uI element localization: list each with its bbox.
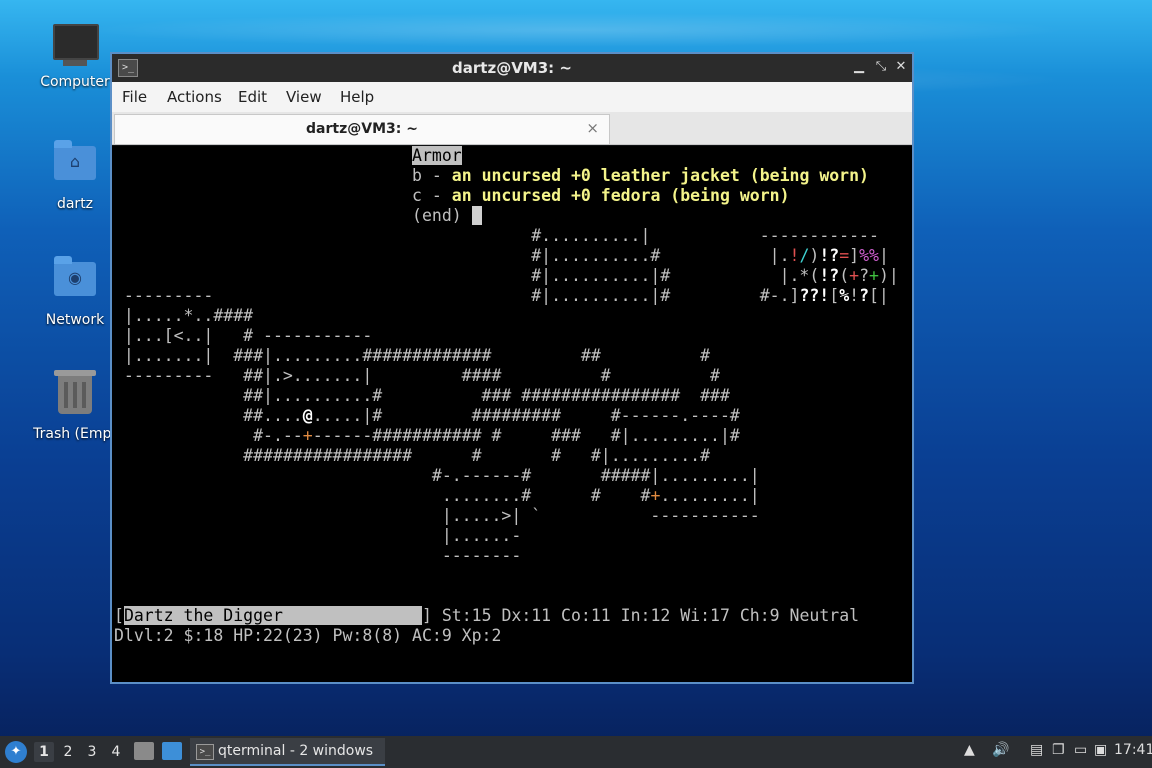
map-line: #|..........|# xyxy=(114,266,671,285)
tray-up-arrow-icon[interactable]: ▲ xyxy=(964,742,975,762)
taskbar: ✦ 1 2 3 4 >_ qterminal - 2 windows ▲ 🔊 ▤… xyxy=(0,736,1152,768)
file-manager-launcher-icon[interactable] xyxy=(134,742,154,760)
terminal-window: >_ dartz@VM3: ~ ▁ ⤡ ✕ File Actions Edit … xyxy=(110,52,914,684)
inventory-letter-b: b xyxy=(412,166,422,185)
network-tray-icon[interactable]: ▭ xyxy=(1074,742,1087,762)
clock[interactable]: 17:41 xyxy=(1114,742,1152,762)
volume-icon[interactable]: 🔊 xyxy=(992,742,1009,762)
inventory-letter-c: c xyxy=(412,186,422,205)
terminal-cursor xyxy=(471,206,482,225)
map-line: #|..........# xyxy=(114,246,661,265)
tab-terminal[interactable]: dartz@VM3: ~ × xyxy=(114,114,610,144)
status-line-2: Dlvl:2 $:18 HP:22(23) Pw:8(8) AC:9 Xp:2 xyxy=(114,626,502,645)
clipboard-icon[interactable]: ▤ xyxy=(1030,742,1043,762)
workspace-2[interactable]: 2 xyxy=(58,742,78,762)
window-title: dartz@VM3: ~ xyxy=(452,59,572,77)
terminal-text: Armor b - an uncursed +0 leather jacket … xyxy=(114,146,912,646)
menu-help[interactable]: Help xyxy=(340,88,374,106)
window-titlebar[interactable]: >_ dartz@VM3: ~ ▁ ⤡ ✕ xyxy=(112,54,912,82)
lxqt-menu-icon[interactable]: ✦ xyxy=(5,741,27,763)
menubar: File Actions Edit View Help xyxy=(112,82,912,112)
inventory-item-c: an uncursed +0 fedora (being worn) xyxy=(451,186,790,205)
update-notifier-icon[interactable]: ❐ xyxy=(1052,742,1065,762)
terminal-screen[interactable]: Armor b - an uncursed +0 leather jacket … xyxy=(112,146,912,682)
close-icon[interactable]: ✕ xyxy=(892,58,910,76)
map-line: #----------- # xyxy=(521,326,912,345)
task-label: qterminal - 2 windows xyxy=(218,743,374,759)
map-line: #|..........|## xyxy=(531,306,912,325)
workspace-1[interactable]: 1 xyxy=(34,742,54,762)
inventory-end: (end) xyxy=(412,206,462,225)
tab-bar: dartz@VM3: ~ × xyxy=(112,112,912,145)
workspace-4[interactable]: 4 xyxy=(106,742,126,762)
menu-actions[interactable]: Actions xyxy=(167,88,222,106)
menu-edit[interactable]: Edit xyxy=(238,88,267,106)
terminal-icon: >_ xyxy=(196,744,214,760)
trash-icon xyxy=(53,370,97,420)
menu-file[interactable]: File xyxy=(122,88,147,106)
status-line-1: St:15 Dx:11 Co:11 In:12 Wi:17 Ch:9 Neutr… xyxy=(441,606,860,625)
tab-close-icon[interactable]: × xyxy=(586,119,599,137)
status-name: Dartz the Digger xyxy=(123,606,422,625)
home-folder-icon: ⌂ xyxy=(53,140,97,190)
display-tray-icon[interactable]: ▣ xyxy=(1094,742,1107,762)
show-desktop-icon[interactable] xyxy=(162,742,182,760)
workspace-3[interactable]: 3 xyxy=(82,742,102,762)
minimize-icon[interactable]: ▁ xyxy=(850,58,868,76)
restore-icon[interactable]: ⤡ xyxy=(872,58,890,76)
inventory-header: Armor xyxy=(412,146,462,165)
tab-label: dartz@VM3: ~ xyxy=(306,121,418,137)
menu-view[interactable]: View xyxy=(286,88,322,106)
inventory-item-b: an uncursed +0 leather jacket (being wor… xyxy=(451,166,869,185)
computer-icon xyxy=(53,24,99,68)
network-folder-icon: ◉ xyxy=(53,256,97,306)
map-line: #..........| xyxy=(114,226,651,245)
taskbar-task-qterminal[interactable]: >_ qterminal - 2 windows xyxy=(190,738,385,766)
